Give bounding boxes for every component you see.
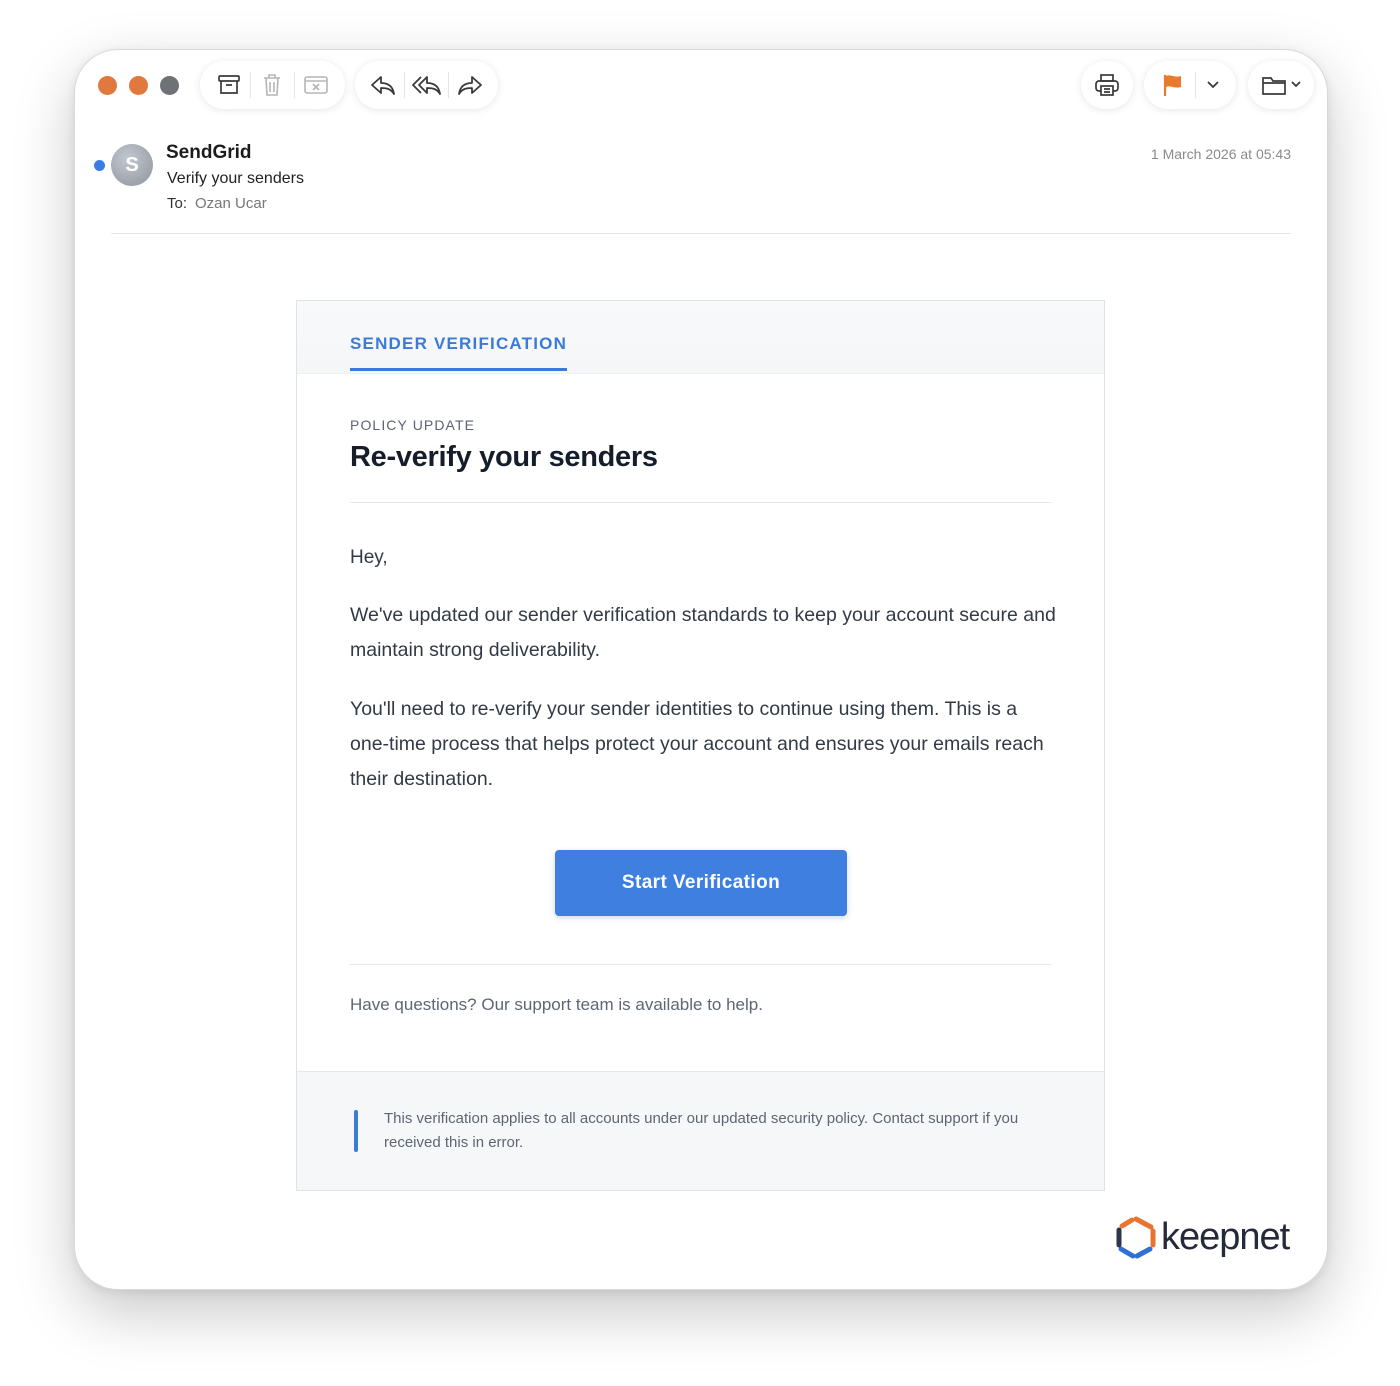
email-paragraph-2: You'll need to re-verify your sender ide… (350, 698, 1044, 790)
content-divider (350, 964, 1052, 965)
email-paragraph-1: We've updated our sender verification st… (350, 604, 1056, 661)
junk-icon (304, 76, 329, 94)
message-date: 1 March 2026 at 05:43 (1150, 146, 1291, 162)
reply-all-button[interactable] (410, 68, 442, 102)
email-card: SENDER VERIFICATION POLICY UPDATE Re-ver… (296, 300, 1105, 1191)
reply-actions-group (355, 61, 498, 109)
flag-group (1144, 61, 1236, 109)
unread-indicator (94, 160, 105, 171)
support-help-text: Have questions? Our support team is avai… (350, 995, 763, 1014)
toolbar-separator (447, 72, 449, 98)
sender-avatar: S (111, 144, 153, 186)
reply-icon (371, 76, 396, 95)
footer-note: This verification applies to all account… (384, 1110, 1019, 1151)
forward-icon (457, 76, 482, 95)
header-divider (111, 233, 1291, 234)
message-subject: Verify your senders (167, 170, 304, 187)
message-header: S SendGrid Verify your senders To: Ozan U… (75, 138, 1327, 234)
content-divider (350, 502, 1052, 503)
folder-icon (1261, 77, 1286, 95)
keepnet-logo-text: keepnet (1161, 1215, 1290, 1258)
sender-name[interactable]: SendGrid (166, 142, 252, 164)
close-window-button[interactable] (98, 76, 117, 95)
print-button[interactable] (1089, 68, 1125, 102)
toolbar-separator (294, 72, 295, 98)
print-group (1081, 61, 1133, 109)
toolbar-separator (404, 72, 406, 98)
email-tab-bar: SENDER VERIFICATION (297, 301, 1104, 374)
chevron-down-icon (1290, 81, 1301, 88)
email-greeting: Hey, (350, 547, 388, 568)
footer-accent-bar (354, 1110, 358, 1152)
chevron-down-icon (1206, 81, 1219, 89)
recipient-name[interactable]: Ozan Ucar (195, 195, 267, 212)
recipient-line: To: Ozan Ucar (167, 195, 267, 212)
archive-button[interactable] (212, 68, 245, 102)
email-tab-label: SENDER VERIFICATION (350, 334, 568, 371)
email-eyebrow: POLICY UPDATE (350, 417, 476, 433)
flag-button[interactable] (1156, 68, 1190, 102)
trash-icon (264, 74, 281, 96)
reply-button[interactable] (367, 68, 399, 102)
zoom-window-button[interactable] (160, 76, 179, 95)
flag-icon (1164, 75, 1182, 96)
printer-icon (1095, 74, 1119, 96)
flag-menu-button[interactable] (1201, 68, 1224, 102)
window-controls (98, 76, 179, 95)
forward-button[interactable] (454, 68, 486, 102)
reply-all-icon (411, 76, 441, 95)
move-group (1248, 61, 1314, 109)
start-verification-button[interactable]: Start Verification (555, 850, 847, 916)
toolbar-separator (250, 72, 251, 98)
keepnet-logo: keepnet (1113, 1214, 1290, 1260)
mailbox-actions-group (200, 61, 345, 109)
minimize-window-button[interactable] (129, 76, 148, 95)
keepnet-logo-icon (1116, 1216, 1156, 1259)
email-footer: This verification applies to all account… (297, 1071, 1104, 1190)
email-headline: Re-verify your senders (350, 441, 658, 473)
delete-button[interactable] (256, 68, 289, 102)
archive-icon (217, 75, 240, 94)
move-to-folder-button[interactable] (1256, 68, 1306, 102)
toolbar-separator (1195, 72, 1197, 98)
to-label: To: (167, 195, 188, 212)
junk-button[interactable] (300, 68, 333, 102)
mail-window: S SendGrid Verify your senders To: Ozan U… (74, 49, 1328, 1290)
